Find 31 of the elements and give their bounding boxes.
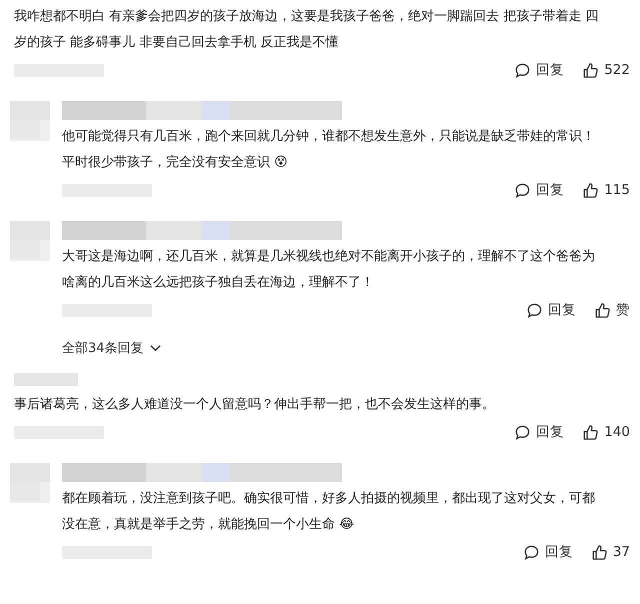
comment-icon [514,182,532,198]
thumbs-up-icon [594,302,611,318]
thumbs-up-icon [582,424,600,440]
like-button[interactable]: 522 [582,61,630,79]
reply-button[interactable]: 回复 [514,61,564,79]
reply-button[interactable]: 回复 [522,543,573,561]
chevron-down-icon [150,344,161,352]
thumbs-up-icon [582,62,600,78]
like-button[interactable]: 37 [590,543,630,561]
blurred-name [14,373,78,386]
blurred-avatar [10,463,50,503]
reply-button[interactable]: 回复 [514,423,564,441]
reply-button[interactable]: 回复 [514,181,564,199]
like-button[interactable]: 115 [582,181,630,199]
thumbs-up-icon [590,544,608,560]
blurred-avatar [10,221,50,261]
comment-icon [514,424,532,440]
comment-text: 事后诸葛亮，这么多人难道没一个人留意吗？伸出手帮一把，也不会发生这样的事。 [14,396,495,414]
thumbs-up-icon [582,182,600,198]
comment-icon [514,62,532,78]
comment-icon [522,544,540,560]
reply-button[interactable]: 回复 [526,301,576,319]
more-replies-link[interactable]: 全部34条回复 [62,339,161,357]
comment-text: 我咋想都不明白 有亲爹会把四岁的孩子放海边，这要是我孩子爸爸，绝对一脚踹回去 把孩子带着走 四 岁的孩子 能多碍事儿 非要自己回去拿手机 反正我是不懂 [14,8,598,52]
like-button[interactable]: 140 [582,423,630,441]
like-button[interactable]: 赞 [594,301,630,319]
comment-icon [526,302,543,318]
comment-text: 大哥这是海边啊，还几百米，就算是几米视线也绝对不能离开小孩子的，理解不了这个爸爸为 啥离的几百米这么远把孩子独自丢在海边，理解不了！ [62,248,595,292]
comment-text: 他可能觉得只有几百米，跑个来回就几分钟，谁都不想发生意外，只能说是缺乏带娃的常识！ 平时很少带孩子，完全没有安全意识 😵 [62,128,595,172]
comment-text: 都在顾着玩，没注意到孩子吧。确实很可惜，好多人拍摄的视频里，都出现了这对父女，可都 没在意，真就是举手之劳，就能挽回一个小生命 😂 [62,490,595,534]
blurred-avatar [10,101,50,141]
